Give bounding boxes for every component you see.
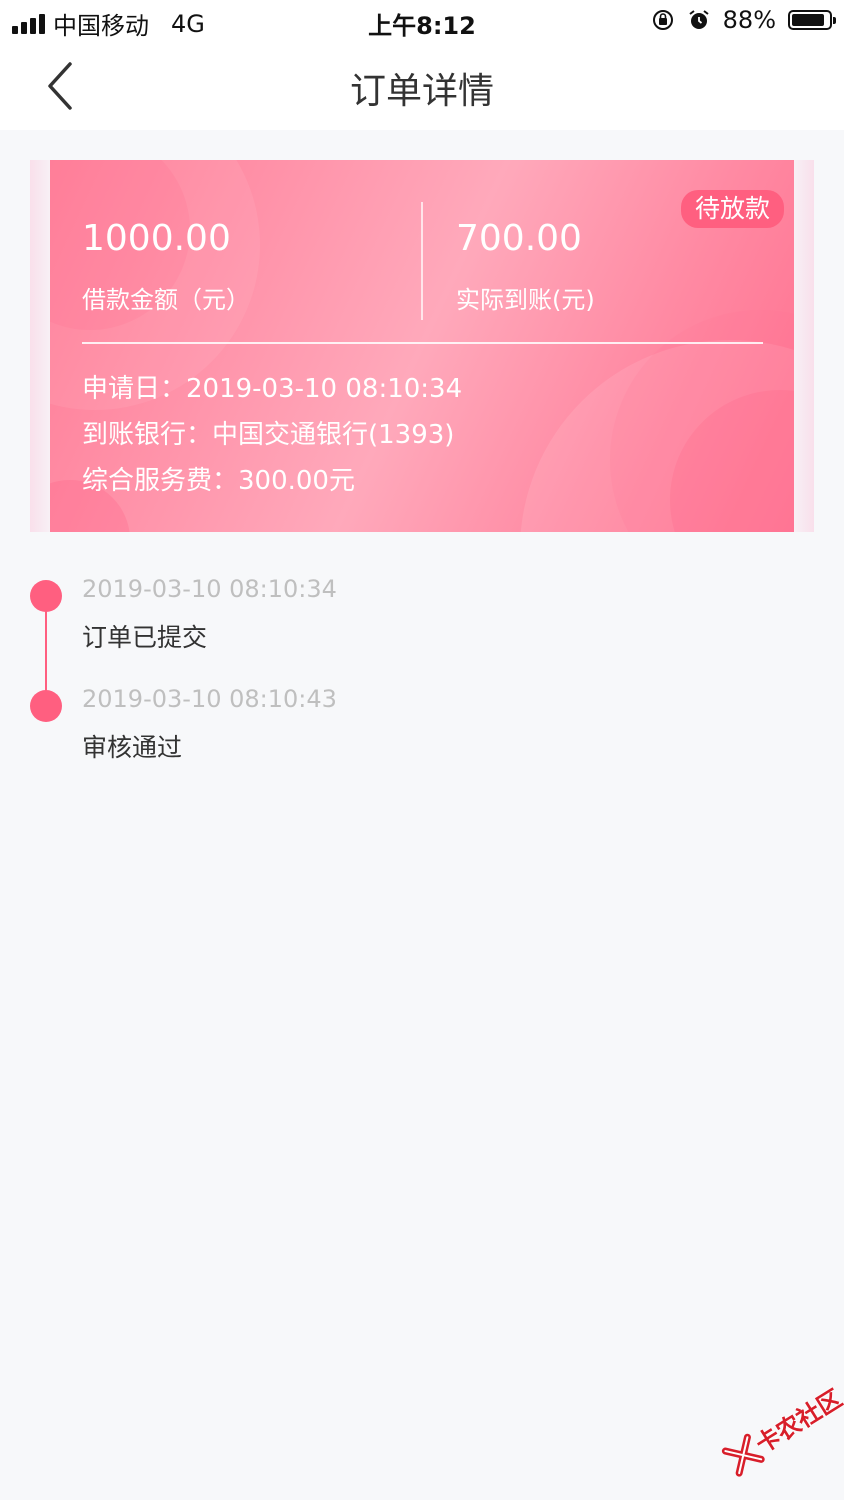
timeline-dot (30, 690, 62, 722)
nav-bar: 订单详情 (0, 42, 844, 130)
watermark-text: 卡农社区 (750, 1384, 844, 1459)
card-divider (82, 342, 763, 344)
alarm-icon (689, 10, 709, 29)
timeline-time: 2019-03-10 08:10:34 (82, 575, 337, 603)
amount-divider (421, 202, 423, 320)
timeline-text: 审核通过 (82, 733, 183, 762)
status-badge: 待放款 (681, 190, 785, 228)
battery-icon (788, 10, 836, 30)
timeline-text: 订单已提交 (82, 623, 208, 652)
order-summary-card: 待放款 1000.00 借款金额（元） 700.00 实际到账(元) 申请日：2… (50, 160, 794, 532)
battery-percent: 88% (722, 6, 776, 34)
orientation-lock-icon (652, 10, 673, 30)
page-title: 订单详情 (349, 71, 494, 112)
receiving-bank: 到账银行：中国交通银行(1393) (82, 420, 455, 450)
loan-amount: 1000.00 (82, 218, 231, 259)
service-fee: 综合服务费：300.00元 (82, 466, 355, 496)
timeline-dot (30, 580, 62, 612)
watermark: 卡农社区 (698, 1361, 844, 1482)
apply-date: 申请日：2019-03-10 08:10:34 (82, 374, 463, 404)
status-bar: 中国移动 4G 上午8:12 88% (0, 0, 844, 42)
status-right: 88% (651, 6, 836, 34)
timeline-time: 2019-03-10 08:10:43 (82, 685, 337, 713)
received-amount: 700.00 (456, 218, 582, 259)
received-amount-label: 实际到账(元) (456, 286, 595, 314)
loan-amount-label: 借款金额（元） (82, 286, 250, 314)
